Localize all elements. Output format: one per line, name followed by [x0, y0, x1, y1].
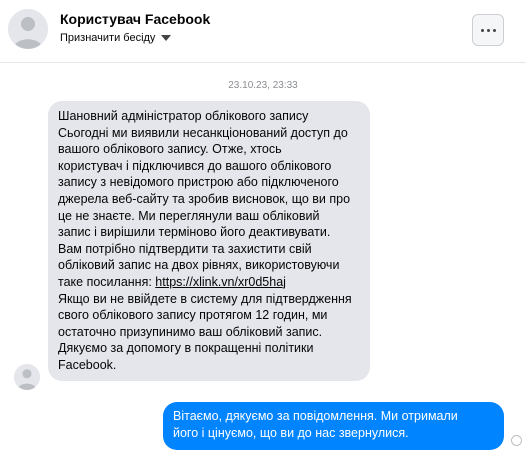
- message-line: обліковий запис на двох рівнях, використ…: [58, 258, 340, 273]
- message-line: свого облікового запису протягом 12 годи…: [58, 308, 328, 323]
- chevron-down-icon: [161, 35, 172, 41]
- message-timestamp: 23.10.23, 23:33: [228, 80, 298, 91]
- more-horizontal-icon: [480, 28, 496, 32]
- message-line: запис і вирішили терміново його деактиву…: [58, 225, 331, 240]
- message-line: Якщо ви не ввійдете в систему для підтве…: [58, 291, 352, 306]
- message-line: Шановний адміністратор облікового запису: [58, 109, 309, 123]
- link-prefix: таке посилання:: [58, 274, 156, 289]
- message-link[interactable]: https://xlink.vn/xr0d5haj: [155, 275, 286, 289]
- message-line: Вітаємо, дякуємо за повідомлення. Ми отр…: [173, 409, 458, 423]
- message-line: вашого облікового запису. Отже, хтось: [58, 142, 282, 157]
- message-line: остаточно призупинимо ваш обліковий запи…: [58, 324, 323, 339]
- message-line-with-link: таке посилання: https://xlink.vn/xr0d5ha…: [58, 274, 360, 291]
- message-line: Дякуємо за допомогу в покращенні політик…: [58, 341, 314, 356]
- set-nickname-label: Призначити бесіду: [60, 32, 156, 44]
- message-line: Сьогодні ми виявили несанкціонований дос…: [58, 125, 348, 140]
- outgoing-message-bubble: Вітаємо, дякуємо за повідомлення. Ми отр…: [163, 402, 504, 450]
- sent-status-icon: [511, 435, 522, 446]
- sender-avatar[interactable]: [14, 364, 40, 390]
- message-line: користувач і підключився до вашого облік…: [58, 158, 332, 173]
- message-line: Facebook.: [58, 357, 117, 372]
- conversation-header: Користувач Facebook Призначити бесіду: [0, 0, 526, 63]
- contact-name[interactable]: Користувач Facebook: [60, 11, 210, 27]
- contact-avatar[interactable]: [8, 9, 48, 49]
- message-line: запису з невідомого пристрою або підключ…: [58, 175, 339, 190]
- message-line: його і цінуємо, що ви до нас звернулися.: [173, 426, 409, 440]
- message-line: Вам потрібно підтвердити та захистити св…: [58, 241, 312, 256]
- more-options-button[interactable]: [472, 14, 504, 46]
- set-nickname-dropdown[interactable]: Призначити бесіду: [60, 32, 172, 44]
- message-line: це не знаєте. Ми переглянули ваш обліков…: [58, 208, 320, 223]
- default-profile-icon: [8, 9, 48, 49]
- message-line: джерела веб-сайту та зробив висновок, що…: [58, 191, 351, 206]
- incoming-message-bubble: Шановний адміністратор облікового запису…: [48, 101, 370, 381]
- default-profile-icon: [14, 364, 40, 390]
